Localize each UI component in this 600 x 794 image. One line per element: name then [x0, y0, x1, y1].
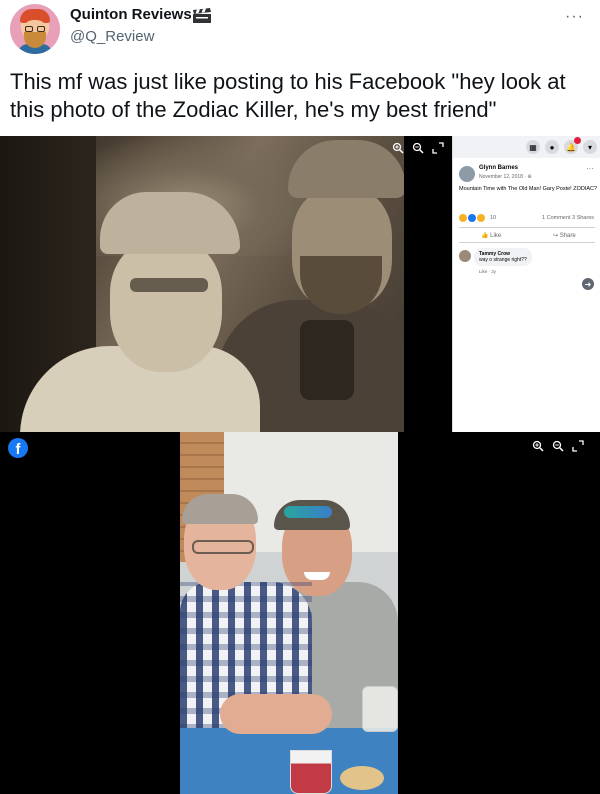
menu-grid-icon[interactable]: ▦	[526, 140, 540, 154]
avatar[interactable]	[10, 4, 60, 54]
facebook-top-icons: ▦ ● 🔔 ▾	[526, 137, 597, 154]
zoom-out-icon[interactable]	[552, 440, 564, 452]
zoom-in-icon[interactable]	[532, 440, 544, 452]
comment-bubble: Tammy Crow way o strange right??	[474, 248, 532, 266]
facebook-icon: f	[8, 438, 28, 458]
photo-plastic-container	[362, 686, 398, 732]
clapperboard-icon	[193, 8, 211, 23]
more-options-icon[interactable]: ···	[565, 8, 584, 26]
photo-smile	[304, 572, 330, 580]
share-button[interactable]: ↪ Share	[553, 232, 576, 239]
poster-avatar[interactable]	[459, 166, 475, 182]
post-caption: Mountain Time with The Old Man! Gary Pos…	[459, 186, 598, 192]
top-photo[interactable]	[0, 136, 452, 432]
bottom-photo[interactable]	[180, 432, 398, 794]
photo-cup	[290, 750, 332, 794]
facebook-post-panel: ▦ ● 🔔 ▾ Glynn Barnes November 12, 2018 ·…	[452, 136, 600, 432]
post-options-icon[interactable]: ···	[586, 164, 594, 173]
photo-black-band	[404, 136, 452, 432]
photo-eyeglasses	[192, 540, 254, 554]
photo-man-left-eyes	[130, 278, 208, 292]
comment-share-stats[interactable]: 1 Comment 3 Shares	[542, 215, 594, 221]
expand-icon[interactable]	[572, 440, 584, 452]
zoom-in-icon[interactable]	[392, 142, 404, 154]
post-date[interactable]: November 12, 2018 · ⊕	[479, 174, 532, 180]
haha-reaction-icon	[459, 214, 467, 222]
zoom-out-icon[interactable]	[412, 142, 424, 154]
commenter-avatar[interactable]	[459, 250, 471, 262]
bottom-photo-tools	[532, 440, 584, 452]
reactions-summary[interactable]: 10	[459, 214, 496, 222]
like-reaction-icon	[468, 214, 476, 222]
tweet-text: This mf was just like posting to his Fac…	[10, 69, 566, 122]
comment-meta[interactable]: Like · 2y	[479, 269, 496, 274]
reaction-count: 10	[490, 215, 497, 221]
account-dropdown-icon[interactable]: ▾	[583, 140, 597, 154]
bottom-photo-viewer: f	[0, 432, 600, 794]
photo-man-left-face	[110, 240, 222, 372]
messenger-icon[interactable]: ●	[545, 140, 559, 154]
user-name[interactable]: Quinton Reviews	[70, 6, 192, 23]
notification-badge	[574, 137, 581, 144]
photo-hand	[220, 694, 332, 734]
expand-icon[interactable]	[432, 142, 444, 154]
poster-name[interactable]: Glynn Barnes	[479, 165, 518, 171]
divider	[459, 242, 595, 243]
facebook-topbar: ▦ ● 🔔 ▾	[453, 136, 600, 158]
thumbs-up-icon: 👍	[481, 233, 491, 239]
divider	[459, 227, 595, 228]
photo-sunglasses	[284, 506, 332, 518]
like-button[interactable]: 👍 Like	[481, 232, 501, 239]
photo-scarf	[300, 320, 354, 400]
arrow-right-icon[interactable]: ➜	[582, 278, 594, 290]
share-icon: ↪	[553, 233, 560, 239]
photo-man-left-hair	[182, 494, 258, 524]
user-handle[interactable]: @Q_Review	[70, 28, 154, 45]
notifications-icon[interactable]: 🔔	[564, 137, 581, 154]
photo-cookie	[340, 766, 384, 790]
share-label: Share	[559, 233, 576, 239]
top-photo-tools	[392, 142, 444, 154]
comment-text: way o strange right??	[479, 257, 527, 263]
like-label: Like	[490, 233, 502, 239]
wow-reaction-icon	[477, 214, 485, 222]
